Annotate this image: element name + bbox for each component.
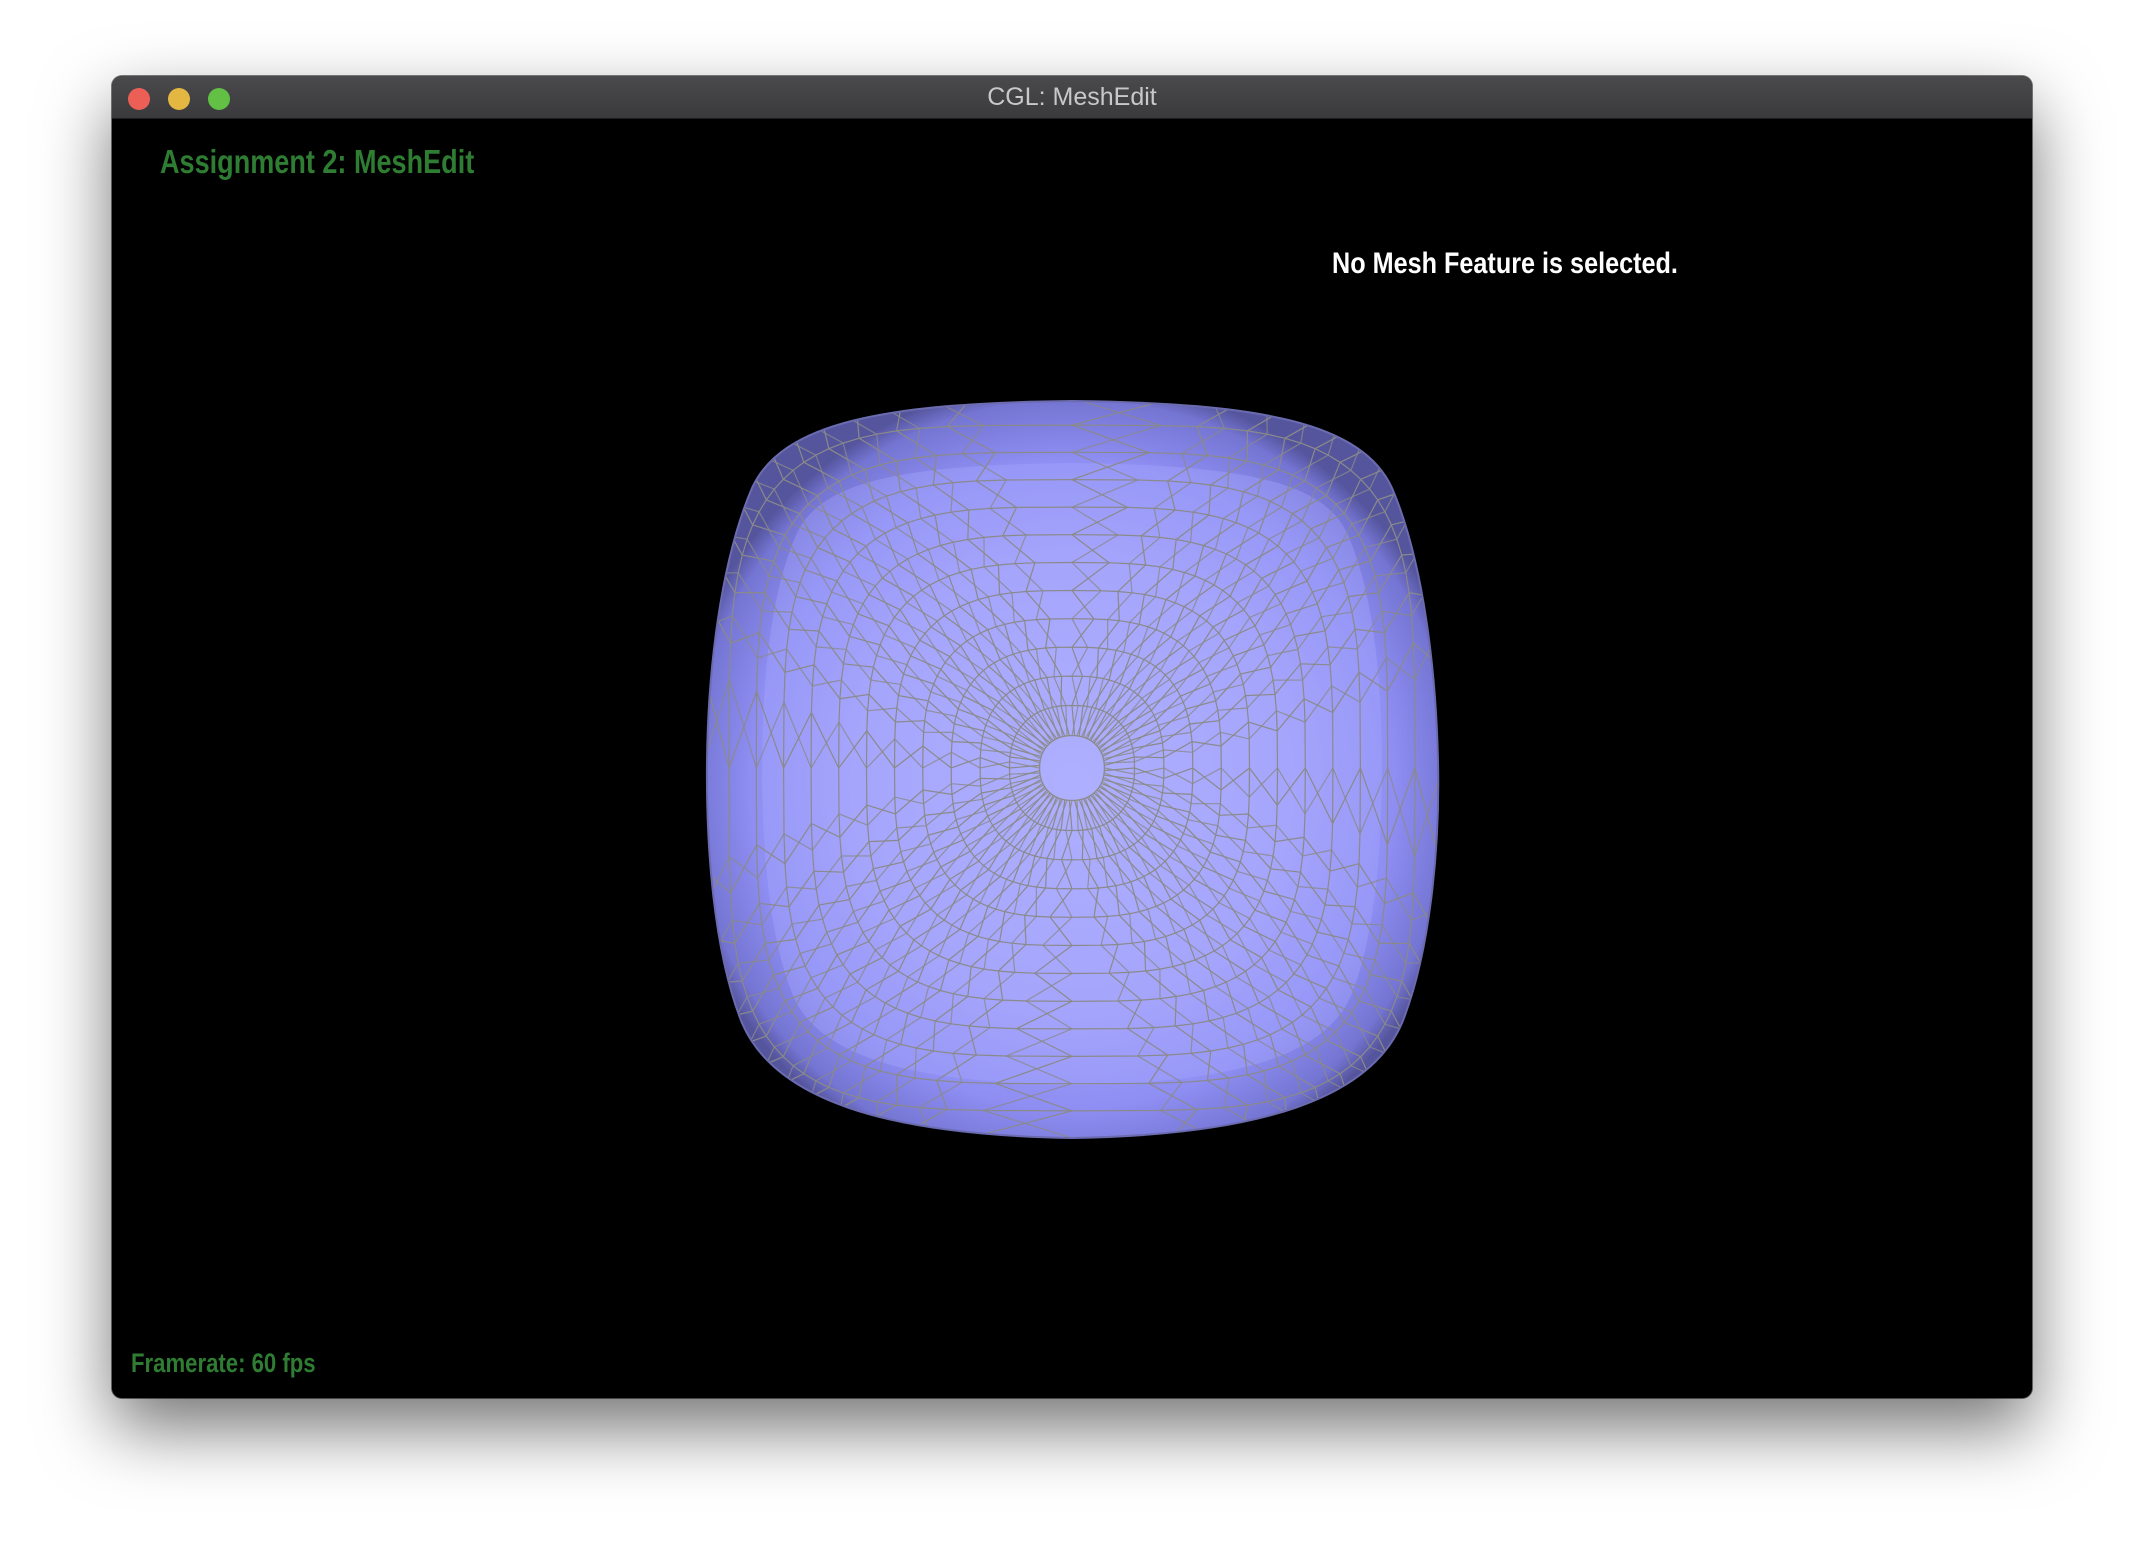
window-title: CGL: MeshEdit: [987, 83, 1157, 111]
selection-status: No Mesh Feature is selected.: [1332, 247, 1678, 280]
mesh-surface: [705, 399, 1440, 1140]
title-bar[interactable]: CGL: MeshEdit: [112, 76, 2032, 119]
app-title: Assignment 2: MeshEdit: [160, 143, 475, 180]
app-window: CGL: MeshEdit Assignment 2: MeshEdit No …: [112, 76, 2032, 1398]
render-viewport[interactable]: Assignment 2: MeshEdit No Mesh Feature i…: [112, 119, 2032, 1398]
framerate-label: Framerate: 60 fps: [131, 1348, 316, 1378]
mesh-render[interactable]: [702, 393, 1442, 1153]
